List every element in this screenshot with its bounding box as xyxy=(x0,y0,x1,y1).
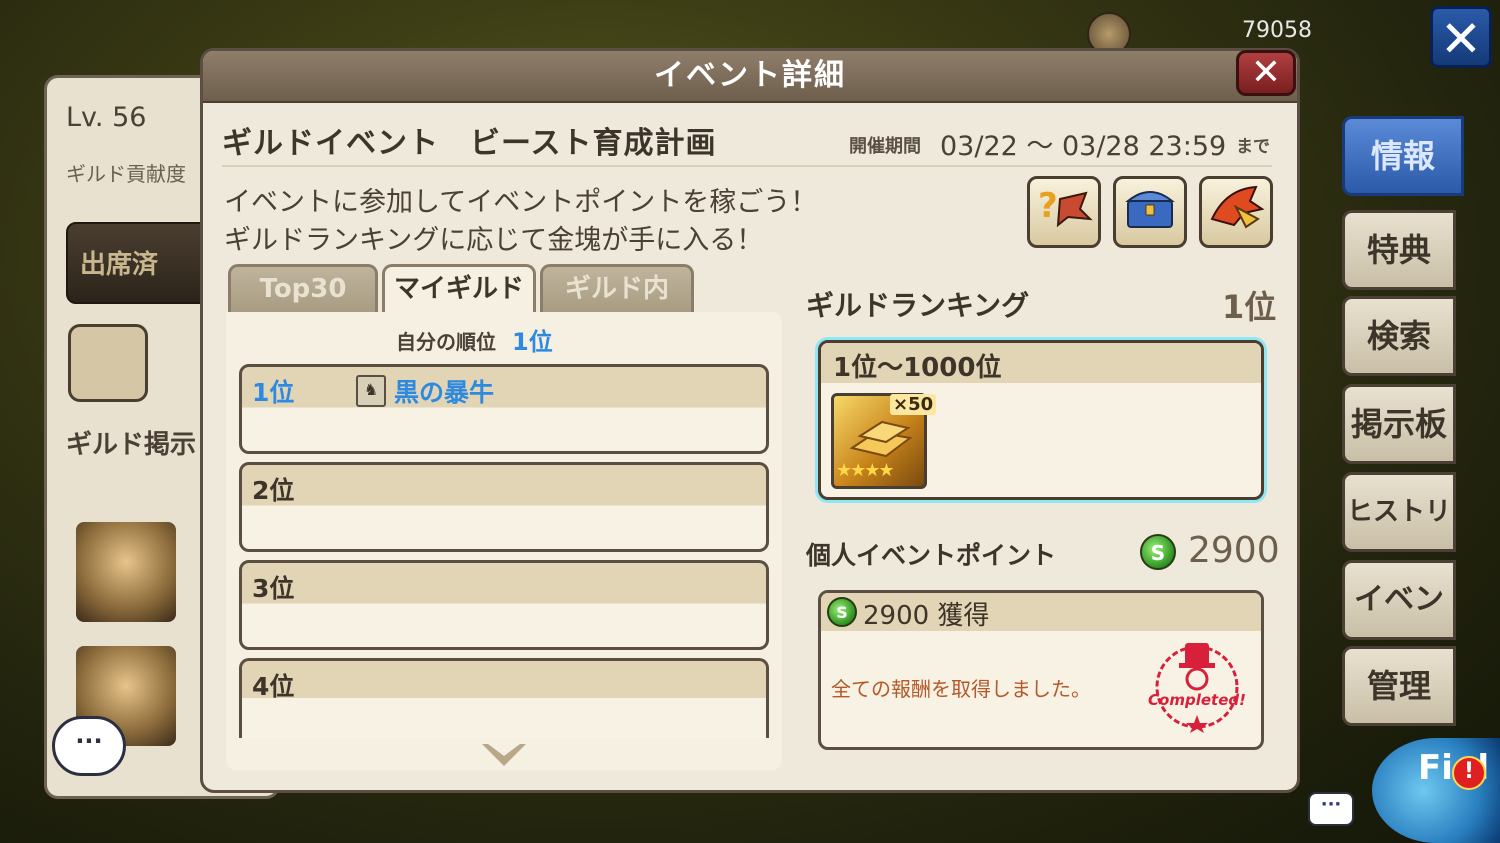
period-value: 03/22 ～ 03/28 23:59 xyxy=(940,131,1227,162)
table-row[interactable]: 3位 xyxy=(239,560,769,650)
guild-contribution-label: ギルド貢献度 xyxy=(66,162,186,186)
period-label: 開催期間 xyxy=(849,136,921,157)
event-point-icon: S xyxy=(827,597,857,627)
rank-position: 4位 xyxy=(252,672,295,701)
event-point-icon: S xyxy=(1140,534,1176,570)
menu-history[interactable]: ヒストリー xyxy=(1342,472,1456,601)
rank-position: 1位 xyxy=(252,378,295,407)
table-row[interactable]: 1位 ♞ 黒の暴牛 xyxy=(239,364,769,454)
point-reward-card: S 2900 獲得 全ての報酬を取得しました。 Completed! xyxy=(818,590,1264,750)
guild-emblem-icon: ♞ xyxy=(356,375,386,407)
help-beast-icon[interactable]: ? xyxy=(1027,176,1101,248)
reward-range: 1位～1000位 xyxy=(833,353,1002,383)
reward-card: 1位～1000位 ×50 ★★★★ xyxy=(818,340,1264,500)
guild-name: 黒の暴牛 xyxy=(394,378,495,407)
tab-guild-inside[interactable]: ギルド内 xyxy=(540,264,694,312)
menu-bonus[interactable]: 特典 xyxy=(1342,210,1456,290)
tab-top30[interactable]: Top30 xyxy=(228,264,378,312)
points-earned: 2900 獲得 xyxy=(863,601,990,631)
member-avatar[interactable] xyxy=(76,522,176,622)
table-row[interactable]: 2位 xyxy=(239,462,769,552)
claimed-message: 全ての報酬を取得しました。 xyxy=(831,677,1091,701)
my-rank-label: 自分の順位 xyxy=(396,330,496,354)
completed-stamp-icon: Completed! xyxy=(1148,643,1246,733)
chat-button[interactable]: ··· xyxy=(52,716,126,776)
my-rank-value: 1位 xyxy=(512,328,553,356)
rank-position: 3位 xyxy=(252,574,295,603)
beast-horn-icon[interactable] xyxy=(1199,176,1273,248)
modal-close-button[interactable]: ✕ xyxy=(1236,50,1296,96)
event-description-line: イベントに参加してイベントポイントを稼ごう！ xyxy=(224,187,818,218)
personal-points-label: 個人イベントポイント xyxy=(806,541,1057,570)
scroll-down-icon[interactable] xyxy=(480,740,528,770)
guild-level: Lv. 56 xyxy=(66,102,147,133)
stamp-label: Completed! xyxy=(1148,691,1246,709)
menu-event[interactable]: イベント xyxy=(1342,560,1456,691)
period-suffix: まで xyxy=(1236,137,1270,157)
close-screen-button[interactable]: ✕ xyxy=(1430,6,1492,68)
menu-manage[interactable]: 管理 xyxy=(1342,646,1456,726)
table-row[interactable]: 4位 xyxy=(239,658,769,738)
event-description-line: ギルドランキングに応じて金塊が手に入る！ xyxy=(224,225,764,256)
menu-info[interactable]: 情報 xyxy=(1342,116,1464,196)
gold-bar-icon[interactable]: ×50 ★★★★ xyxy=(831,393,937,489)
alert-icon: ! xyxy=(1452,756,1486,790)
svg-text:?: ? xyxy=(1038,186,1058,226)
tab-my-guild[interactable]: マイギルド xyxy=(382,264,536,316)
rank-position: 2位 xyxy=(252,476,295,505)
event-title: ギルドイベント ビースト育成計画 xyxy=(222,126,717,161)
treasure-chest-icon[interactable] xyxy=(1113,176,1187,248)
menu-board[interactable]: 掲示板 xyxy=(1342,384,1456,464)
guild-ranking-label: ギルドランキング xyxy=(806,289,1030,322)
mini-chat-button[interactable]: ··· xyxy=(1308,792,1354,826)
reward-stars: ★★★★ xyxy=(836,460,895,481)
guild-board-label: ギルド掲示 xyxy=(66,430,197,460)
menu-search[interactable]: 検索 xyxy=(1342,296,1456,376)
guild-ranking-value: 1位 xyxy=(1222,288,1277,326)
personal-points-value: 2900 xyxy=(1188,530,1280,571)
currency-count: 79058 xyxy=(1242,18,1312,43)
divider xyxy=(222,165,1272,167)
modal-title: イベント詳細 xyxy=(654,58,846,93)
guild-emblem-button[interactable] xyxy=(68,324,148,402)
reward-quantity: ×50 xyxy=(890,394,937,415)
